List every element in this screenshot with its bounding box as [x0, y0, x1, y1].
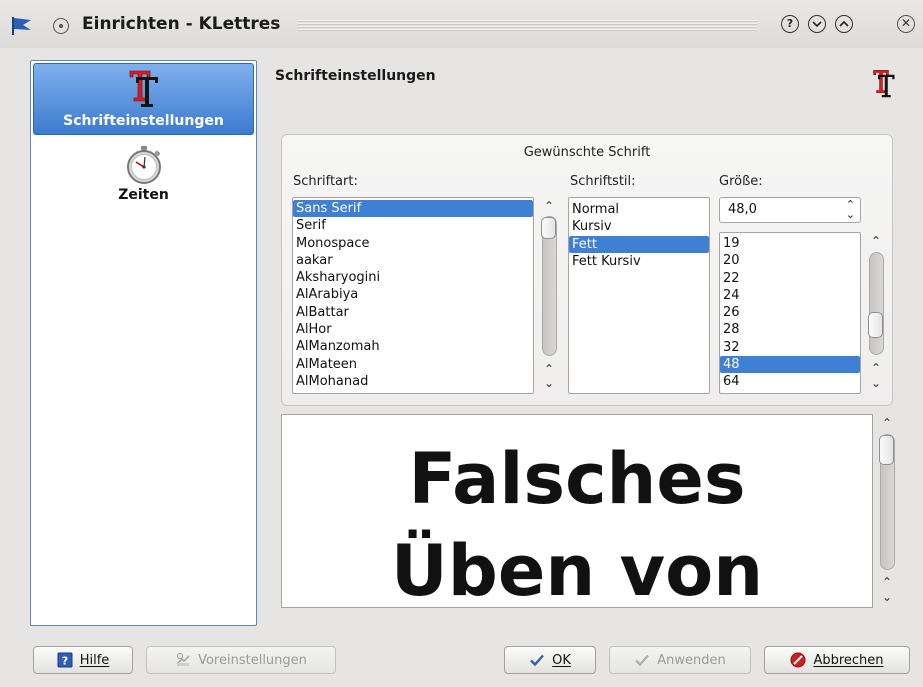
- chevron-up-icon: [839, 20, 849, 27]
- cancel-icon: [790, 652, 806, 668]
- sidebar: Schrifteinstellungen Zeiten: [30, 60, 257, 626]
- title-bar[interactable]: Einrichten - KLettres ? ✕: [0, 0, 923, 48]
- ok-button[interactable]: OK: [504, 646, 596, 674]
- font-icon: [873, 70, 895, 98]
- sidebar-item-schrifteinstellungen[interactable]: Schrifteinstellungen: [33, 63, 254, 135]
- scroll-thumb[interactable]: [541, 217, 556, 239]
- help-button[interactable]: ? Hilfe: [33, 646, 133, 674]
- list-item[interactable]: aakar: [293, 252, 533, 269]
- scroll-up-icon[interactable]: ⌃: [866, 235, 886, 247]
- font-family-list[interactable]: Sans Serif Serif Monospace aakar Akshary…: [292, 197, 534, 394]
- cancel-button-label: Abbrechen: [813, 652, 884, 668]
- minimize-window-button[interactable]: [808, 15, 826, 33]
- list-item[interactable]: Sans Serif: [293, 200, 533, 218]
- page-title: Schrifteinstellungen: [275, 68, 436, 84]
- chevron-down-icon: [812, 21, 822, 28]
- list-item[interactable]: AlHor: [293, 321, 533, 338]
- scroll-down-icon[interactable]: ⌄: [866, 377, 886, 389]
- preview-line: Falsches: [408, 438, 746, 520]
- font-size-input[interactable]: ⌃⌄: [719, 197, 861, 223]
- window-title: Einrichten - KLettres: [82, 14, 281, 34]
- title-bar-decoration: [297, 20, 757, 32]
- sidebar-item-zeiten[interactable]: Zeiten: [33, 143, 254, 211]
- list-item[interactable]: 26: [720, 304, 860, 321]
- app-flag-icon: [12, 17, 31, 35]
- ok-button-label: OK: [552, 652, 571, 668]
- scroll-up-icon[interactable]: ⌃: [877, 576, 897, 588]
- font-size-label: Größe:: [719, 174, 763, 189]
- group-title: Gewünschte Schrift: [523, 145, 651, 160]
- list-item[interactable]: AlArabiya: [293, 286, 533, 303]
- scroll-thumb[interactable]: [879, 435, 894, 465]
- list-item[interactable]: Fett Kursiv: [569, 253, 709, 270]
- font-size-scrollbar[interactable]: ⌃ ⌃ ⌄: [866, 232, 886, 394]
- scroll-up-icon[interactable]: ⌃: [866, 362, 886, 374]
- list-item[interactable]: AlBattar: [293, 304, 533, 321]
- help-book-icon: ?: [57, 652, 73, 668]
- font-icon: [129, 70, 158, 107]
- list-item[interactable]: 22: [720, 270, 860, 287]
- font-family-label: Schriftart:: [293, 174, 358, 189]
- list-item[interactable]: Monospace: [293, 235, 533, 252]
- maximize-window-button[interactable]: [835, 15, 853, 33]
- list-item[interactable]: 32: [720, 339, 860, 356]
- apply-button[interactable]: Anwenden: [609, 646, 751, 674]
- font-size-value[interactable]: [728, 202, 828, 217]
- list-item[interactable]: 20: [720, 252, 860, 269]
- scroll-up-icon[interactable]: ⌃: [877, 417, 897, 429]
- defaults-icon: [176, 652, 190, 666]
- list-item[interactable]: 19: [720, 235, 860, 252]
- font-size-list[interactable]: 19 20 22 24 26 28 32 48 64: [719, 232, 861, 394]
- font-preview: Falsches Üben von: [281, 414, 873, 608]
- close-window-button[interactable]: ✕: [897, 15, 915, 33]
- scroll-thumb[interactable]: [868, 312, 883, 338]
- list-item[interactable]: Normal: [569, 201, 709, 218]
- scroll-down-icon[interactable]: ⌄: [877, 591, 897, 603]
- list-item[interactable]: 48: [720, 356, 860, 374]
- scroll-track[interactable]: [869, 252, 884, 355]
- spin-arrows-icon[interactable]: ⌃ ⌄: [846, 199, 855, 220]
- pin-icon[interactable]: [53, 18, 69, 34]
- checkmark-icon: [635, 654, 650, 667]
- help-window-button[interactable]: ?: [781, 15, 799, 33]
- sidebar-item-label: Zeiten: [118, 187, 169, 203]
- stopwatch-icon: [126, 146, 161, 184]
- scroll-up-icon[interactable]: ⌃: [539, 363, 559, 375]
- font-family-scrollbar[interactable]: ⌃ ⌃ ⌄: [539, 197, 559, 394]
- defaults-button-label: Voreinstellungen: [198, 652, 307, 668]
- font-style-label: Schriftstil:: [570, 174, 636, 189]
- scroll-up-icon[interactable]: ⌃: [539, 200, 559, 212]
- list-item[interactable]: 24: [720, 287, 860, 304]
- list-item[interactable]: 64: [720, 373, 860, 390]
- checkmark-icon: [530, 654, 545, 667]
- list-item[interactable]: AlMohanad: [293, 373, 533, 390]
- scroll-down-icon[interactable]: ⌄: [539, 377, 559, 389]
- preview-scrollbar[interactable]: ⌃ ⌃ ⌄: [877, 414, 897, 608]
- list-item[interactable]: Fett: [569, 235, 709, 253]
- cancel-button[interactable]: Abbrechen: [764, 646, 910, 674]
- list-item[interactable]: 28: [720, 321, 860, 338]
- preview-line: Üben von: [390, 530, 764, 608]
- list-item[interactable]: Kursiv: [569, 218, 709, 235]
- font-style-list[interactable]: Normal Kursiv Fett Fett Kursiv: [568, 197, 710, 394]
- list-item[interactable]: AlMateen: [293, 356, 533, 373]
- preview-text: Falsches Üben von: [282, 433, 872, 608]
- svg-text:?: ?: [62, 655, 68, 668]
- list-item[interactable]: AlManzomah: [293, 338, 533, 355]
- help-button-label: Hilfe: [79, 652, 110, 668]
- list-item[interactable]: Aksharyogini: [293, 269, 533, 286]
- list-item[interactable]: Serif: [293, 217, 533, 234]
- defaults-button[interactable]: Voreinstellungen: [146, 646, 336, 674]
- sidebar-item-label: Schrifteinstellungen: [63, 113, 224, 129]
- apply-button-label: Anwenden: [657, 652, 726, 668]
